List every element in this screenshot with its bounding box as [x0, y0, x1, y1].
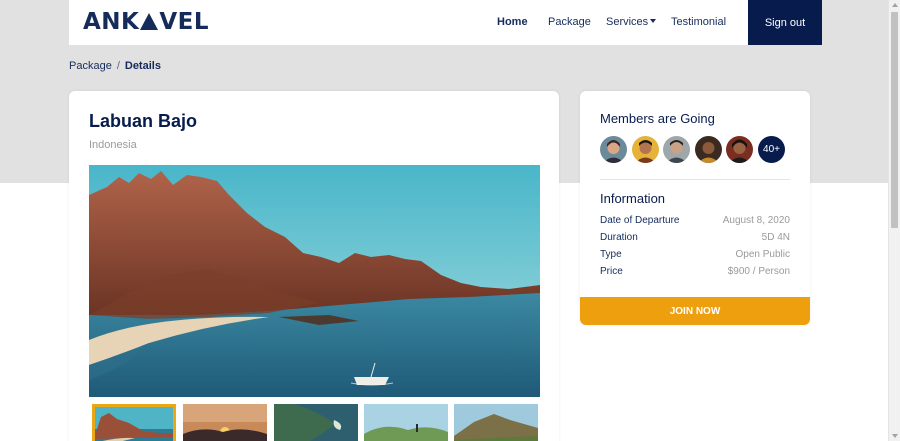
triangle-logo-mark-icon: [140, 13, 159, 30]
thumbnail-image: [364, 404, 448, 441]
brand-logo[interactable]: ANK VEL: [83, 9, 209, 35]
divider: [600, 179, 790, 180]
nav-link-services[interactable]: Services: [606, 16, 657, 28]
breadcrumb: Package / Details: [69, 60, 161, 72]
avatar[interactable]: [663, 136, 690, 163]
info-value: August 8, 2020: [722, 215, 790, 226]
avatar[interactable]: [600, 136, 627, 163]
nav-link-home[interactable]: Home: [497, 16, 528, 28]
booking-sidebar: Members are Going 40+ Information Date o…: [580, 91, 810, 325]
thumbnail-image: [183, 404, 267, 441]
avatar-image: [695, 136, 722, 163]
thumbnail-aerial-island[interactable]: [274, 404, 358, 441]
info-value: $900 / Person: [727, 266, 790, 277]
avatar[interactable]: [726, 136, 753, 163]
vertical-scrollbar[interactable]: [888, 0, 900, 441]
info-label: Duration: [600, 232, 638, 243]
thumbnail-strip: [92, 404, 539, 441]
avatar[interactable]: [632, 136, 659, 163]
thumbnail-mountain-bay[interactable]: [92, 404, 176, 441]
caret-down-icon: [650, 19, 657, 23]
information-title: Information: [600, 191, 666, 206]
thumbnail-sunset-hills[interactable]: [183, 404, 267, 441]
destination-title: Labuan Bajo: [89, 111, 198, 131]
top-navbar: ANK VEL Home Package Services Testimonial…: [69, 0, 822, 45]
breadcrumb-separator: /: [116, 60, 120, 72]
avatar[interactable]: [695, 136, 722, 163]
avatar-image: [632, 136, 659, 163]
info-label: Date of Departure: [600, 215, 680, 226]
hero-image: [89, 165, 540, 397]
scroll-thumb[interactable]: [891, 12, 898, 228]
nav-link-package[interactable]: Package: [548, 16, 591, 28]
thumbnail-hilltop-person[interactable]: [364, 404, 448, 441]
avatar-image: [663, 136, 690, 163]
info-label: Price: [600, 266, 623, 277]
thumbnail-image: [454, 404, 538, 441]
destination-card: Labuan Bajo Indonesia: [69, 91, 559, 441]
sign-out-button[interactable]: Sign out: [748, 0, 822, 45]
brand-suffix: VEL: [159, 9, 210, 35]
breadcrumb-item-details: Details: [124, 60, 161, 72]
breadcrumb-item-package[interactable]: Package: [69, 60, 112, 72]
avatar-image: [600, 136, 627, 163]
hero-landscape-illustration: [89, 165, 540, 397]
destination-country: Indonesia: [89, 139, 137, 151]
join-now-button[interactable]: JOIN NOW: [580, 297, 810, 325]
thumbnail-green-hill[interactable]: [454, 404, 538, 441]
members-title: Members are Going: [600, 111, 715, 126]
info-value: Open Public: [735, 249, 790, 260]
nav-services-label: Services: [606, 16, 649, 28]
thumbnail-image: [95, 407, 173, 441]
nav-link-testimonial[interactable]: Testimonial: [671, 16, 726, 28]
avatar-image: [726, 136, 753, 163]
info-value: 5D 4N: [761, 232, 790, 243]
more-members-badge[interactable]: 40+: [758, 136, 785, 163]
scroll-up-arrow-icon[interactable]: [892, 3, 898, 7]
info-label: Type: [600, 249, 622, 260]
scroll-down-arrow-icon[interactable]: [892, 434, 898, 438]
thumbnail-image: [274, 404, 358, 441]
brand-prefix: ANK: [83, 9, 140, 35]
